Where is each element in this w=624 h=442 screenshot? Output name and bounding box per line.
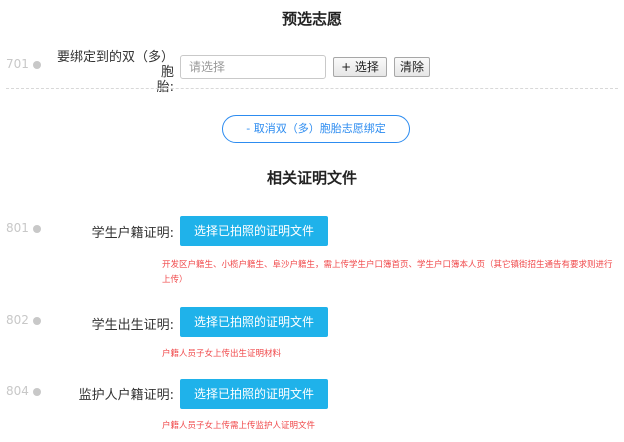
upload-document-button[interactable]: 选择已拍照的证明文件 — [180, 307, 328, 337]
question-marker-dot — [32, 224, 41, 233]
documents-section-title: 相关证明文件 — [266, 169, 357, 187]
question-number: 804 — [6, 384, 41, 398]
select-button[interactable]: + 选择 — [333, 57, 387, 77]
twin-binding-label-line1: 要绑定到的双（多）胞 — [56, 50, 174, 80]
document-hint: 户籍人员子女上传出生证明材料 — [162, 349, 282, 359]
section-divider — [6, 88, 618, 89]
clear-button[interactable]: 清除 — [394, 57, 430, 77]
prefill-section-title: 预选志愿 — [281, 10, 342, 28]
question-number: 801 — [6, 221, 41, 235]
question-number-text: 701 — [6, 57, 29, 71]
document-hint: 开发区户籍生、小榄户籍生、阜沙户籍生，需上传学生户口簿首页、学生户口簿本人页（其… — [162, 260, 613, 285]
document-hint: 户籍人员子女上传需上传监护人证明文件 — [162, 421, 316, 431]
question-marker-dot — [32, 387, 41, 396]
document-label: 学生户籍证明: — [91, 226, 174, 241]
question-marker-dot — [32, 316, 41, 325]
document-label: 学生出生证明: — [91, 318, 174, 333]
document-label: 监护人户籍证明: — [78, 388, 174, 403]
question-number: 802 — [6, 313, 41, 327]
question-number-text: 801 — [6, 221, 29, 235]
question-marker-dot — [32, 60, 41, 69]
question-number-text: 804 — [6, 384, 29, 398]
question-number: 701 — [6, 57, 41, 71]
upload-document-button[interactable]: 选择已拍照的证明文件 — [180, 216, 328, 246]
upload-document-button[interactable]: 选择已拍照的证明文件 — [180, 379, 328, 409]
unbind-twin-button[interactable]: - 取消双（多）胞胎志愿绑定 — [222, 115, 410, 143]
question-number-text: 802 — [6, 313, 29, 327]
twin-select-input[interactable]: 请选择 — [180, 55, 326, 79]
